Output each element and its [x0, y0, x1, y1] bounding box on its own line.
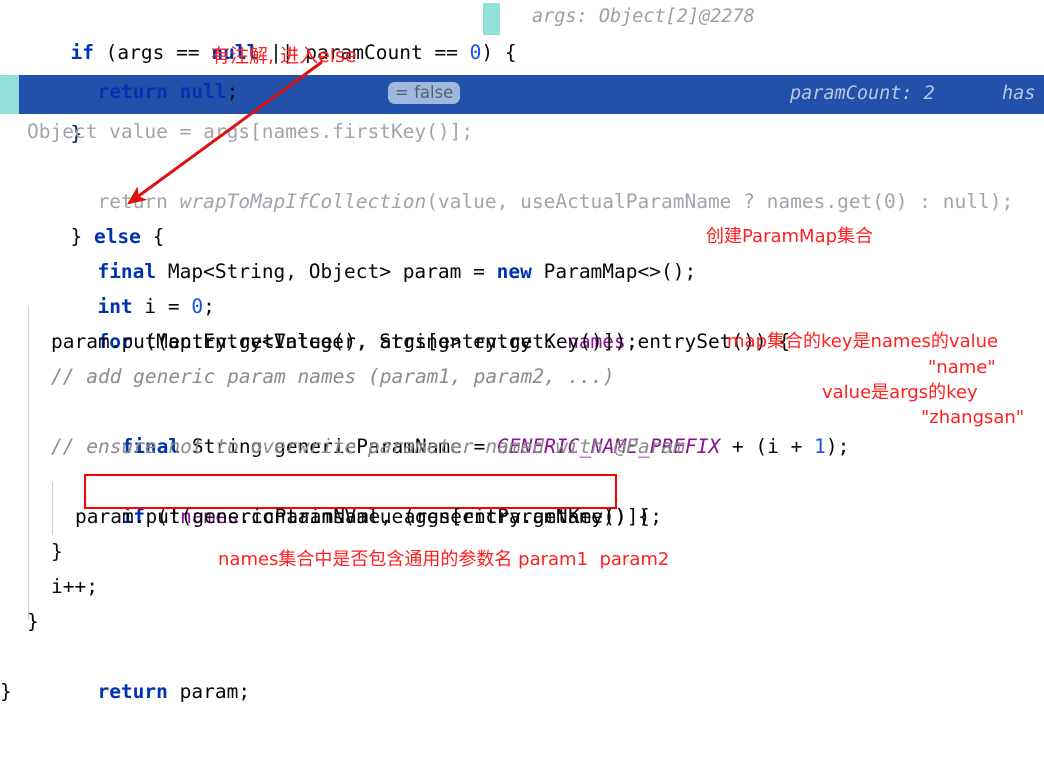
annotation-text-create-parammap: 创建ParamMap集合 [706, 226, 874, 247]
code-comment-13: // ensure not to overwrite parameter nam… [51, 435, 685, 458]
code-line-1[interactable]: if (args == null || paramCount == 0) { [0, 0, 1044, 64]
code-line-15[interactable]: param.put(genericParamName, args[entry.g… [0, 499, 1044, 534]
indent-guide-level-1 [28, 307, 29, 620]
annotation-text-map-key: map集合的key是names的value [727, 331, 999, 352]
sp-2 [168, 80, 180, 103]
code-line-15-text: param.put(genericParamName, args[entry.g… [75, 505, 662, 528]
code-line-18[interactable]: } [0, 604, 1044, 639]
code-line-4[interactable]: Object value = args[names.firstKey()]; [0, 114, 1044, 149]
code-comment-11: // add generic param names (param1, para… [51, 365, 615, 388]
code-line-4-text: Object value = args[names.firstKey()]; [27, 120, 474, 143]
code-line-10-text: param.put(entry.getValue(), args[entry.g… [51, 330, 638, 353]
code-line-6[interactable]: } else { [0, 184, 1044, 248]
semi-2: ; [226, 80, 239, 103]
code-line-20-text: } [0, 680, 12, 703]
indent-guide-level-2 [52, 482, 53, 535]
code-line-2[interactable]: return null; [0, 39, 1044, 103]
debug-hint-paramCount: paramCount: 2 [790, 83, 935, 104]
annotation-text-contains-generic-name: names集合中是否包含通用的参数名 param1 param2 [218, 549, 670, 570]
code-line-9[interactable]: for (Map.Entry<Integer, String> entry : … [0, 289, 1044, 353]
code-line-17[interactable]: i++; [0, 569, 1044, 604]
code-line-8[interactable]: int i = 0; [0, 254, 1044, 318]
annotation-text-name-value: "name" [928, 357, 996, 378]
code-line-5[interactable]: return wrapToMapIfCollection(value, useA… [0, 149, 1044, 213]
code-line-17-text: i++; [51, 575, 98, 598]
annotation-text-enter-else: 有注解, 进入else [211, 45, 357, 67]
code-line-14[interactable]: if (!names.containsValue(genericParamNam… [0, 464, 1044, 528]
code-line-7[interactable]: final Map<String, Object> param = new Pa… [0, 219, 1044, 283]
kw-return-2: return [97, 80, 168, 103]
annotation-text-zhangsan: "zhangsan" [921, 407, 1025, 428]
code-line-16-text: } [51, 540, 63, 563]
code-line-20[interactable]: } [0, 674, 1044, 709]
annotation-text-value-is-args-key: value是args的key [822, 382, 978, 403]
debug-hint-hasParamAnnotation-truncated: has [1002, 83, 1036, 104]
code-line-13[interactable]: // ensure not to overwrite parameter nam… [0, 429, 1044, 464]
kw-null-2: null [179, 80, 227, 103]
debug-hint-args: args: Object[2]@2278 [532, 6, 755, 27]
code-line-19[interactable]: return param; [0, 639, 1044, 703]
code-editor[interactable]: } else if (!hasParamAnnotation } else if… [0, 0, 1044, 722]
